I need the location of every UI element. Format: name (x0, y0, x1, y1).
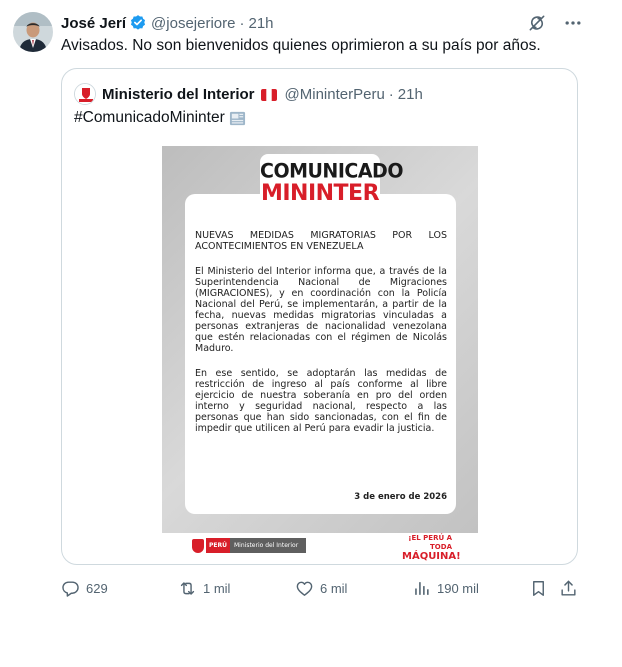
like-count: 6 mil (320, 580, 348, 596)
tweet-text: Avisados. No son bienvenidos quienes opr… (61, 37, 541, 54)
slogan-line2: MÁQUINA! (402, 551, 461, 562)
views-count: 190 mil (437, 580, 479, 596)
views-icon (415, 581, 429, 595)
quoted-author-handle[interactable]: @MininterPeru (285, 86, 385, 103)
views-button[interactable]: 190 mil (412, 577, 479, 599)
author-avatar[interactable] (13, 12, 53, 52)
badge-line1: COMUNICADO (260, 159, 403, 183)
share-button[interactable] (559, 577, 578, 599)
comunicado-badge: COMUNICADO MININTER (260, 154, 403, 210)
reply-count: 629 (86, 580, 108, 596)
comunicado-date: 3 de enero de 2026 (354, 492, 447, 502)
newspaper-icon (229, 110, 246, 127)
slogan: ¡EL PERÚ A TODA MÁQUINA! (402, 534, 461, 562)
slogan-line1: ¡EL PERÚ A TODA (408, 534, 452, 551)
quoted-header: Ministerio del Interior @MininterPeru · … (74, 83, 423, 105)
tweet-header: José Jerí @josejeriore · 21h (61, 12, 274, 34)
quoted-avatar[interactable] (74, 83, 96, 105)
bookmark-button[interactable] (529, 577, 548, 599)
tweet-time[interactable]: 21h (248, 15, 273, 32)
like-button[interactable]: 6 mil (295, 577, 347, 599)
like-icon (296, 581, 313, 596)
comunicado-title: NUEVAS MEDIDAS MIGRATORIAS POR LOS ACONT… (195, 230, 447, 252)
peru-shield-icon (192, 538, 204, 553)
peru-flag-icon (260, 88, 277, 101)
quoted-author-name[interactable]: Ministerio del Interior (102, 86, 255, 103)
reply-icon (62, 580, 79, 597)
share-icon (561, 580, 576, 596)
bookmark-icon (533, 580, 544, 596)
verified-badge-icon (129, 14, 147, 32)
tweet[interactable]: José Jerí @josejeriore · 21h Avisados. N… (0, 0, 622, 667)
separator-dot: · (239, 14, 245, 32)
tweet-top-actions (526, 12, 584, 34)
quoted-tweet[interactable]: Ministerio del Interior @MininterPeru · … (61, 68, 578, 565)
tweet-action-bar: 629 1 mil 6 mil 190 mil (61, 577, 581, 599)
badge-line2: MININTER (260, 181, 380, 206)
comunicado-paragraph-2: En ese sentido, se adoptarán las medidas… (195, 368, 447, 434)
author-name[interactable]: José Jerí (61, 15, 126, 32)
more-icon[interactable] (562, 12, 584, 34)
logo-ministry: Ministerio del Interior (230, 538, 307, 553)
repost-button[interactable]: 1 mil (178, 577, 230, 599)
quoted-hashtag[interactable]: #ComunicadoMininter (74, 109, 225, 127)
peru-ministry-logo: PERÚ Ministerio del Interior (192, 538, 307, 553)
repost-count: 1 mil (203, 580, 231, 596)
reply-button[interactable]: 629 (61, 577, 108, 599)
logo-country: PERÚ (206, 538, 230, 553)
repost-icon (180, 581, 195, 595)
quoted-text: #ComunicadoMininter (74, 109, 246, 127)
author-handle[interactable]: @josejeriore (151, 15, 235, 32)
quoted-separator-dot: · (388, 85, 394, 103)
grok-icon[interactable] (526, 12, 548, 34)
comunicado-paragraph-1: El Ministerio del Interior informa que, … (195, 266, 447, 354)
comunicado-image[interactable]: COMUNICADO MININTER NUEVAS MEDIDAS MIGRA… (162, 146, 478, 564)
quoted-time[interactable]: 21h (398, 86, 423, 103)
